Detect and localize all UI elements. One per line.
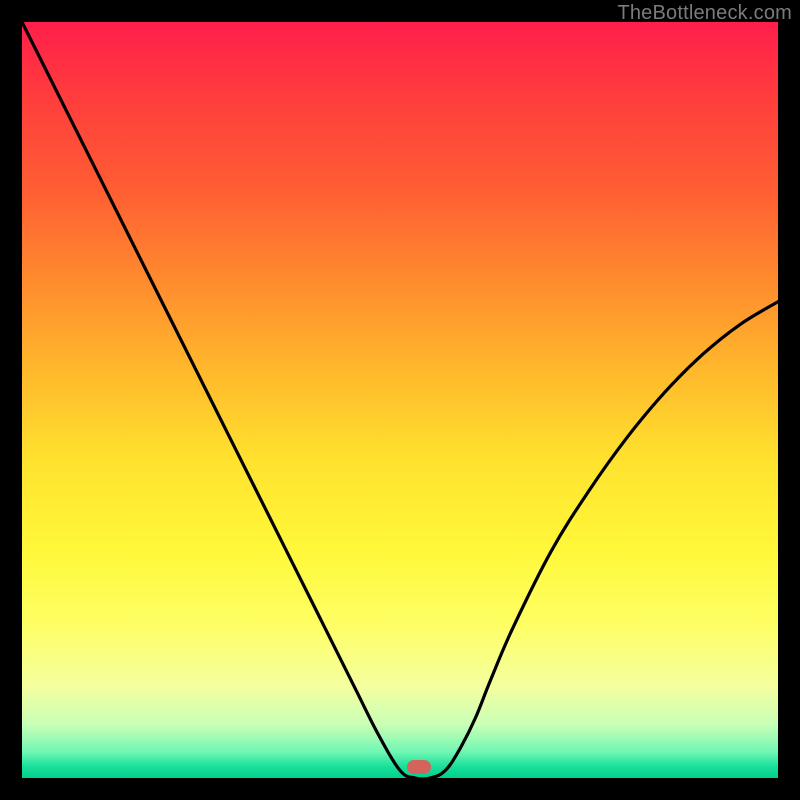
curve-svg xyxy=(22,22,778,778)
plot-area xyxy=(22,22,778,778)
chart-stage: TheBottleneck.com xyxy=(0,0,800,800)
bottleneck-curve-path xyxy=(22,22,778,778)
watermark-text: TheBottleneck.com xyxy=(617,2,792,25)
minimum-marker xyxy=(407,760,431,774)
